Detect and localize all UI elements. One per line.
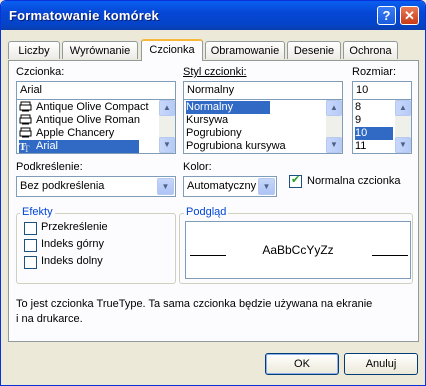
color-label: Kolor: — [183, 161, 212, 173]
svg-text:T: T — [24, 144, 30, 152]
printer-font-icon — [19, 101, 32, 112]
printer-font-icon — [19, 114, 32, 125]
strikethrough-label[interactable]: Przekreślenie — [41, 221, 108, 233]
scroll-up-icon[interactable]: ▲ — [159, 100, 175, 116]
list-item[interactable]: 9 — [355, 114, 361, 127]
close-button[interactable]: ✕ — [400, 6, 419, 25]
list-item-selected[interactable]: 10 — [355, 127, 393, 140]
subscript-label[interactable]: Indeks dolny — [41, 255, 103, 267]
size-input[interactable]: 10 — [352, 81, 412, 100]
color-select[interactable]: Automatyczny ▼ — [183, 176, 277, 197]
list-item[interactable]: Antique Olive Roman — [19, 114, 140, 127]
scroll-up-icon[interactable]: ▲ — [395, 100, 411, 116]
style-list-scrollbar[interactable]: ▲ ▼ — [326, 100, 342, 153]
truetype-icon: TT — [19, 141, 30, 152]
title-bar[interactable]: Formatowanie komórek ? ✕ — [1, 1, 425, 30]
format-cells-dialog: Formatowanie komórek ? ✕ Liczby Wyrównan… — [0, 0, 426, 386]
list-item-selected[interactable]: Normalny — [186, 101, 270, 114]
underline-select[interactable]: Bez podkreślenia ▼ — [16, 176, 176, 197]
truetype-info: To jest czcionka TrueType. Ta sama czcio… — [16, 298, 373, 325]
font-label: Czcionka: — [16, 66, 65, 78]
size-label: Rozmiar: — [352, 66, 397, 78]
strikethrough-checkbox[interactable] — [24, 222, 37, 235]
chevron-down-icon[interactable]: ▼ — [258, 178, 275, 195]
font-list-scrollbar[interactable]: ▲ ▼ — [159, 100, 175, 153]
normal-font-label[interactable]: Normalna czcionka — [307, 175, 401, 187]
list-item[interactable]: Pogrubiona kursywa — [186, 140, 286, 153]
subscript-checkbox[interactable] — [24, 256, 37, 269]
superscript-checkbox[interactable] — [24, 239, 37, 252]
help-button[interactable]: ? — [377, 6, 396, 25]
preview-title: Podgląd — [184, 206, 229, 218]
style-list[interactable]: Normalny Kursywa Pogrubiony Pogrubiona k… — [183, 99, 343, 154]
style-label: Styl czcionki: — [183, 66, 247, 78]
style-input[interactable]: Normalny — [183, 81, 343, 100]
font-list[interactable]: Antique Olive Compact Antique Olive Roma… — [16, 99, 176, 154]
size-list[interactable]: 8 9 10 11 ▲ ▼ — [352, 99, 412, 154]
tab-numbers[interactable]: Liczby — [8, 41, 60, 59]
font-tab-panel: Czcionka: Arial Antique Olive Compact An… — [8, 60, 419, 342]
scroll-down-icon[interactable]: ▼ — [395, 137, 411, 153]
underline-value: Bez podkreślenia — [20, 180, 105, 192]
font-input[interactable]: Arial — [16, 81, 176, 100]
scroll-down-icon[interactable]: ▼ — [326, 137, 342, 153]
effects-title: Efekty — [20, 206, 55, 218]
scroll-down-icon[interactable]: ▼ — [159, 137, 175, 153]
chevron-down-icon[interactable]: ▼ — [157, 178, 174, 195]
list-item[interactable]: 11 — [355, 140, 366, 153]
list-item[interactable]: Antique Olive Compact — [19, 101, 149, 114]
size-list-scrollbar[interactable]: ▲ ▼ — [395, 100, 411, 153]
list-item-selected[interactable]: T T Arial — [19, 140, 139, 153]
list-item[interactable]: 8 — [355, 101, 361, 114]
tab-patterns[interactable]: Desenie — [287, 41, 341, 59]
color-value: Automatyczny — [187, 180, 257, 192]
window-title: Formatowanie komórek — [9, 8, 159, 23]
cancel-button[interactable]: Anuluj — [344, 353, 418, 375]
preview-baseline-right — [372, 255, 408, 256]
tab-font[interactable]: Czcionka — [141, 39, 203, 61]
list-item[interactable]: Kursywa — [186, 114, 228, 127]
printer-font-icon — [19, 127, 32, 138]
superscript-label[interactable]: Indeks górny — [41, 238, 104, 250]
tab-alignment[interactable]: Wyrównanie — [62, 41, 138, 59]
scroll-up-icon[interactable]: ▲ — [326, 100, 342, 116]
list-item[interactable]: Pogrubiony — [186, 127, 242, 140]
tab-strip: Liczby Wyrównanie Czcionka Obramowanie D… — [8, 39, 418, 61]
preview-box: AaBbCcYyZz — [185, 221, 411, 279]
ok-button[interactable]: OK — [265, 353, 339, 375]
tab-border[interactable]: Obramowanie — [205, 41, 285, 59]
tab-protection[interactable]: Ochrona — [343, 41, 398, 59]
list-item[interactable]: Apple Chancery — [19, 127, 114, 140]
underline-label: Podkreślenie: — [16, 161, 83, 173]
normal-font-checkbox[interactable] — [289, 173, 302, 188]
